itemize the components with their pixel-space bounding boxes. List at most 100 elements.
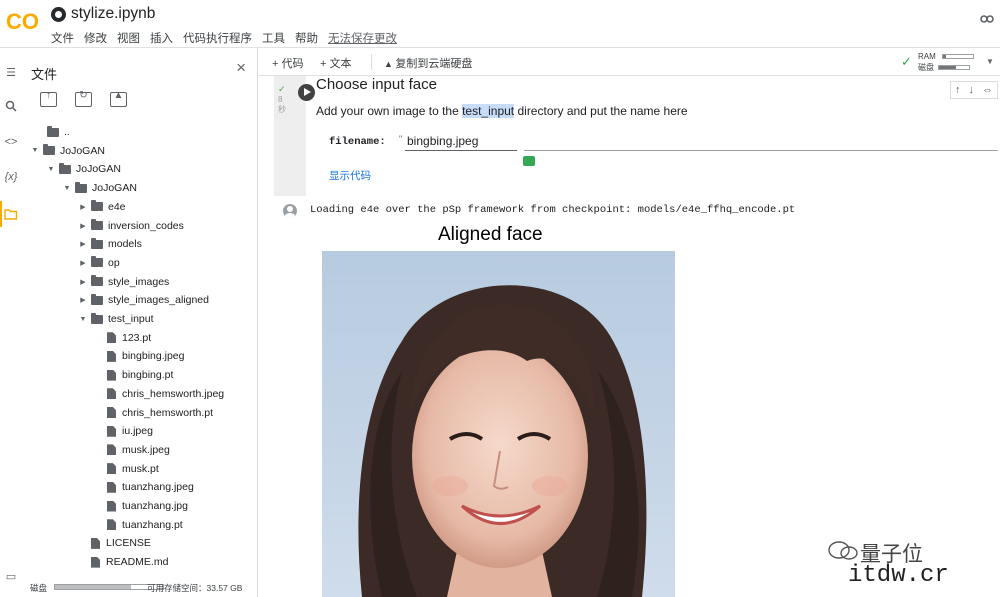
close-icon[interactable]: × (236, 58, 246, 78)
disk-free-text: 可用存储空间：33.57 GB (147, 583, 243, 593)
tree-file-item[interactable]: tuanzhang.pt (94, 516, 183, 534)
tree-item-label: style_images (108, 275, 170, 288)
menu-help[interactable]: 帮助 (295, 30, 318, 46)
move-down-icon[interactable]: ↓ (969, 84, 975, 96)
menu-view[interactable]: 视图 (117, 30, 140, 46)
menu-tools[interactable]: 工具 (262, 30, 285, 46)
tree-folder-item[interactable]: ▶ inversion_codes (78, 217, 184, 235)
tree-item-label: LICENSE (106, 537, 151, 550)
cell-title: Choose input face (316, 76, 437, 93)
menu-edit[interactable]: 修改 (84, 30, 107, 46)
tree-file-item[interactable]: LICENSE (78, 534, 151, 552)
colab-logo[interactable]: CO (6, 8, 40, 34)
link-icon[interactable] (980, 14, 994, 24)
add-text-button[interactable]: + 文本 (320, 55, 351, 71)
folder-icon[interactable] (2, 208, 20, 220)
code-icon[interactable]: <> (2, 136, 20, 148)
tree-folder-item[interactable]: ▶ style_images (78, 273, 169, 291)
chevron-down-icon[interactable]: ▼ (30, 147, 40, 154)
file-icon (107, 500, 116, 512)
chevron-right-icon[interactable]: ▶ (78, 203, 88, 211)
output-log: Loading e4e over the pSp framework from … (310, 204, 796, 216)
drive-icon[interactable]: ▲ (110, 90, 127, 107)
file-panel-title: 文件 (31, 67, 58, 82)
file-icon (107, 444, 116, 456)
tree-folder-item[interactable]: ▼ JoJoGAN (30, 142, 105, 160)
tree-item-parent[interactable]: .. (44, 123, 70, 141)
unsaved-changes-link[interactable]: 无法保存更改 (328, 30, 397, 46)
link-icon[interactable]: ⇔ (982, 84, 993, 96)
chevron-right-icon[interactable]: ▶ (78, 278, 88, 286)
folder-icon (91, 275, 103, 287)
menu-insert[interactable]: 插入 (150, 30, 173, 46)
tree-folder-item[interactable]: ▼ JoJoGAN (46, 160, 121, 178)
menu-runtime[interactable]: 代码执行程序 (183, 30, 252, 46)
file-icon (91, 556, 100, 568)
resource-monitor[interactable]: RAM 磁盘 (918, 51, 974, 73)
tree-file-item[interactable]: 123.pt (94, 329, 151, 347)
tree-item-label: bingbing.pt (122, 369, 174, 382)
chevron-down-icon[interactable]: ▼ (78, 316, 88, 323)
cell-description: Add your own image to the test_input dir… (316, 104, 688, 118)
wechat-logo-icon (828, 541, 858, 560)
tree-item-label: chris_hemsworth.pt (122, 406, 214, 419)
tree-folder-item[interactable]: ▶ e4e (78, 198, 126, 216)
output-avatar-icon[interactable] (283, 204, 297, 218)
copy-to-drive-button[interactable]: ▲ 复制到云端硬盘 (384, 55, 472, 71)
variables-icon[interactable]: {x} (2, 171, 20, 183)
tree-file-item[interactable]: bingbing.jpeg (94, 347, 184, 365)
tree-file-item[interactable]: musk.jpeg (94, 441, 170, 459)
tree-item-label: iu.jpeg (122, 425, 153, 438)
chevron-right-icon[interactable]: ▶ (78, 259, 88, 267)
tree-folder-item[interactable]: ▼ JoJoGAN (62, 179, 137, 197)
comment-icon[interactable] (523, 156, 535, 166)
tree-file-item[interactable]: README.md (78, 553, 168, 571)
file-toolbar: ↑ ↻ ▲ (40, 90, 127, 107)
folder-icon (59, 162, 71, 174)
input-underline (405, 150, 517, 151)
notebook-toolbar: + 代码 + 文本 ▲ 复制到云端硬盘 ✓ RAM 磁盘 ▼ (258, 48, 1000, 76)
chevron-right-icon[interactable]: ▶ (78, 296, 88, 304)
upload-icon[interactable]: ↑ (40, 90, 57, 107)
tree-file-item[interactable]: tuanzhang.jpg (94, 497, 188, 515)
tree-file-item[interactable]: iu.jpeg (94, 422, 153, 440)
show-code-link[interactable]: 显示代码 (329, 168, 371, 183)
form-cell[interactable]: ✓ 8秒 Choose input face Add your own imag… (258, 76, 1000, 198)
filename-input[interactable]: bingbing.jpeg (407, 134, 478, 148)
side-rail: ☰ <> {x} ▭ (0, 48, 22, 597)
menu-file[interactable]: 文件 (51, 30, 74, 46)
tree-item-label: JoJoGAN (76, 163, 121, 176)
run-cell-button[interactable] (298, 84, 315, 101)
tree-folder-item[interactable]: ▼ test_input (78, 310, 154, 328)
tree-file-item[interactable]: chris_hemsworth.jpeg (94, 385, 224, 403)
add-code-button[interactable]: + 代码 (272, 55, 303, 71)
move-up-icon[interactable]: ↑ (955, 84, 961, 96)
terminal-icon[interactable]: ▭ (2, 570, 20, 583)
github-icon (51, 6, 66, 22)
chevron-right-icon[interactable]: ▶ (78, 222, 88, 230)
chevron-down-icon[interactable]: ▼ (62, 185, 72, 192)
menu-icon[interactable]: ☰ (2, 66, 20, 79)
form-divider (524, 150, 998, 151)
drive-icon: ▲ (384, 59, 396, 69)
chevron-right-icon[interactable]: ▶ (78, 240, 88, 248)
folder-icon (43, 144, 55, 156)
search-icon[interactable] (2, 100, 20, 112)
tree-item-label: .. (64, 126, 70, 138)
chevron-down-icon[interactable]: ▼ (986, 57, 994, 66)
tree-folder-item[interactable]: ▶ op (78, 254, 120, 272)
tree-item-label: README.md (106, 556, 169, 569)
tree-folder-item[interactable]: ▶ models (78, 235, 142, 253)
tree-file-item[interactable]: bingbing.pt (94, 366, 173, 384)
notebook-title[interactable]: stylize.ipynb (71, 5, 155, 23)
folder-icon (91, 312, 103, 324)
tree-file-item[interactable]: chris_hemsworth.pt (94, 404, 213, 422)
tree-file-item[interactable]: tuanzhang.jpeg (94, 478, 194, 496)
tree-item-label: test_input (108, 313, 154, 325)
exec-seconds: 8 (278, 95, 283, 104)
chevron-down-icon[interactable]: ▼ (46, 166, 56, 173)
refresh-icon[interactable]: ↻ (75, 90, 92, 107)
tree-folder-item[interactable]: ▶ style_images_aligned (78, 291, 209, 309)
tree-file-item[interactable]: musk.pt (94, 460, 159, 478)
tree-item-label: tuanzhang.jpg (122, 500, 188, 512)
